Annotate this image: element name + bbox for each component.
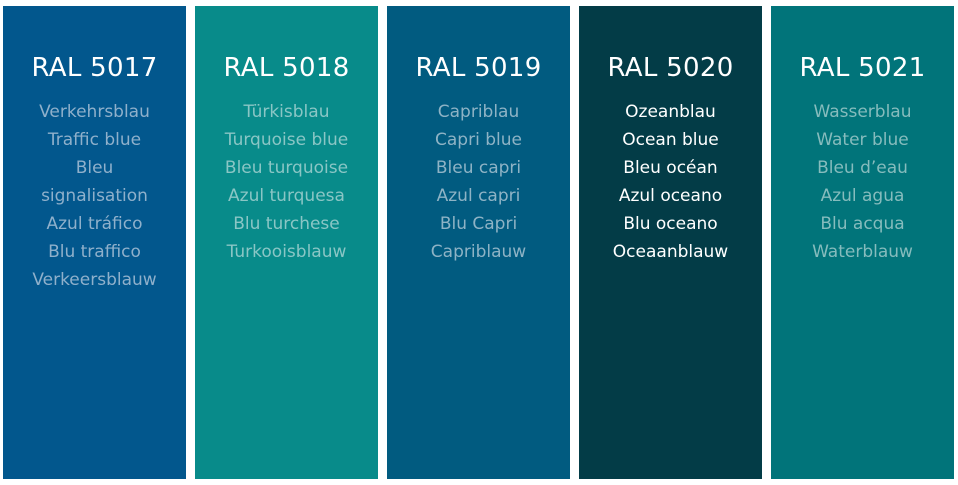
swatch-ral-5020: RAL 5020 Ozeanblau Ocean blue Bleu océan… [579,6,762,479]
swatch-name-fr: Bleu capri [435,158,522,178]
swatch-name-it: Blu turchese [233,214,340,234]
swatch-name-list: Capriblau Capri blue Bleu capri Azul cap… [387,98,570,266]
swatch-code: RAL 5021 [799,53,926,83]
ral-swatch-list: RAL 5017 Verkehrsblau Traffic blue Bleu … [3,6,954,479]
swatch-name-es: Azul turquesa [228,186,345,206]
swatch-name-es: Azul oceano [618,186,723,206]
swatch-name-en: Traffic blue [47,130,142,150]
swatch-name-fr: Bleu signalisation [41,158,148,206]
swatch-name-it: Blu oceano [623,214,718,234]
swatch-name-nl: Turkooisblauw [226,242,347,262]
swatch-name-en: Turquoise blue [224,130,349,150]
swatch-name-fr: Bleu d’eau [817,158,908,178]
swatch-ral-5018: RAL 5018 Türkisblau Turquoise blue Bleu … [195,6,378,479]
swatch-code: RAL 5019 [415,53,542,83]
swatch-name-nl: Oceaanblauw [612,242,729,262]
swatch-ral-5017: RAL 5017 Verkehrsblau Traffic blue Bleu … [3,6,186,479]
swatch-name-de: Ozeanblau [625,102,716,122]
swatch-name-de: Capriblau [437,102,520,122]
swatch-name-nl: Capriblauw [430,242,527,262]
swatch-code: RAL 5018 [223,53,350,83]
swatch-name-list: Ozeanblau Ocean blue Bleu océan Azul oce… [579,98,762,266]
swatch-name-list: Türkisblau Turquoise blue Bleu turquoise… [195,98,378,266]
swatch-name-fr: Bleu turquoise [224,158,349,178]
swatch-name-list: Verkehrsblau Traffic blue Bleu signalisa… [3,98,186,294]
swatch-name-es: Azul tráfico [46,214,143,234]
swatch-name-de: Verkehrsblau [39,102,150,122]
swatch-ral-5021: RAL 5021 Wasserblau Water blue Bleu d’ea… [771,6,954,479]
swatch-name-en: Water blue [816,130,909,150]
swatch-name-fr: Bleu océan [623,158,718,178]
swatch-name-list: Wasserblau Water blue Bleu d’eau Azul ag… [771,98,954,266]
swatch-name-en: Capri blue [435,130,522,150]
swatch-code: RAL 5017 [31,53,158,83]
swatch-ral-5019: RAL 5019 Capriblau Capri blue Bleu capri… [387,6,570,479]
swatch-name-en: Ocean blue [622,130,719,150]
swatch-name-es: Azul agua [820,186,905,206]
swatch-name-it: Blu Capri [439,214,518,234]
swatch-name-nl: Waterblauw [812,242,913,262]
swatch-name-nl: Verkeersblauw [32,270,157,290]
swatch-name-de: Türkisblau [243,102,330,122]
swatch-name-es: Azul capri [436,186,521,206]
swatch-name-it: Blu traffico [48,242,141,262]
swatch-name-it: Blu acqua [820,214,905,234]
swatch-code: RAL 5020 [607,53,734,83]
swatch-name-de: Wasserblau [813,102,912,122]
